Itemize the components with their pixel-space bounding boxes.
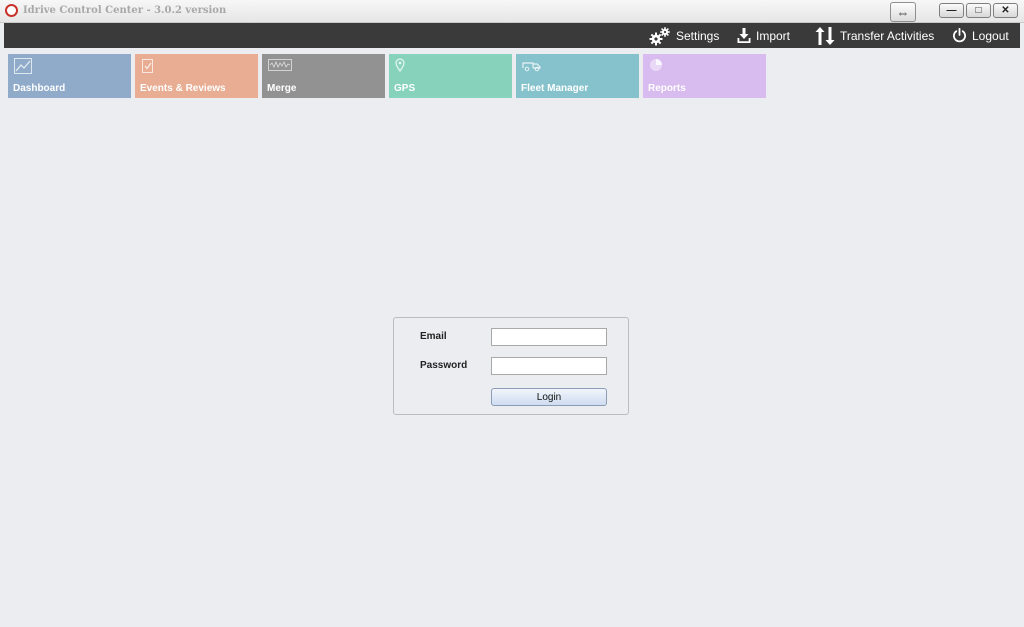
- close-window-button[interactable]: ✕: [993, 3, 1018, 18]
- maximize-button[interactable]: □: [966, 3, 991, 18]
- password-field[interactable]: [491, 357, 607, 375]
- tile-reports[interactable]: Reports: [643, 54, 766, 98]
- truck-icon: [522, 58, 542, 77]
- chart-icon: [14, 58, 32, 79]
- gears-icon: [649, 26, 671, 46]
- transfer-activities-button[interactable]: Transfer Activities: [815, 23, 934, 48]
- logout-button[interactable]: Logout: [952, 23, 1009, 48]
- tile-label: Events & Reviews: [140, 83, 226, 94]
- import-button[interactable]: Import: [737, 23, 790, 48]
- tile-label: Dashboard: [13, 83, 66, 94]
- top-nav-bar: Settings Import Transfer Activities Logo…: [4, 23, 1020, 48]
- logout-label: Logout: [972, 28, 1009, 43]
- tile-dashboard[interactable]: Dashboard: [8, 54, 131, 98]
- login-button[interactable]: Login: [491, 388, 607, 406]
- restore-size-button[interactable]: ⇔: [890, 2, 916, 22]
- tile-events-reviews[interactable]: Events & Reviews: [135, 54, 258, 98]
- password-label: Password: [420, 360, 468, 371]
- minimize-button[interactable]: —: [939, 3, 964, 18]
- email-field[interactable]: [491, 328, 607, 346]
- settings-button[interactable]: Settings: [649, 23, 719, 48]
- tile-label: Merge: [267, 83, 297, 94]
- tile-label: GPS: [394, 83, 416, 94]
- import-label: Import: [756, 28, 791, 43]
- tile-label: Reports: [648, 83, 686, 94]
- email-label: Email: [420, 331, 447, 342]
- waveform-icon: [268, 58, 292, 76]
- app-logo-icon: [5, 4, 18, 17]
- settings-label: Settings: [676, 28, 720, 43]
- tile-label: Fleet Manager: [521, 83, 589, 94]
- checklist-icon: [141, 58, 155, 79]
- window-title-bar: Idrive Control Center - 3.0.2 version ⇔ …: [0, 0, 1024, 23]
- transfer-activities-label: Transfer Activities: [840, 28, 935, 43]
- download-icon: [737, 27, 751, 44]
- transfer-icon: [815, 26, 835, 45]
- power-icon: [952, 28, 967, 43]
- login-form: Email Password Login: [393, 317, 629, 415]
- map-pin-icon: [395, 58, 405, 77]
- tile-fleet-manager[interactable]: Fleet Manager: [516, 54, 639, 98]
- tile-merge[interactable]: Merge: [262, 54, 385, 98]
- pie-chart-icon: [649, 58, 663, 77]
- tile-gps[interactable]: GPS: [389, 54, 512, 98]
- window-title: Idrive Control Center - 3.0.2 version: [23, 5, 227, 16]
